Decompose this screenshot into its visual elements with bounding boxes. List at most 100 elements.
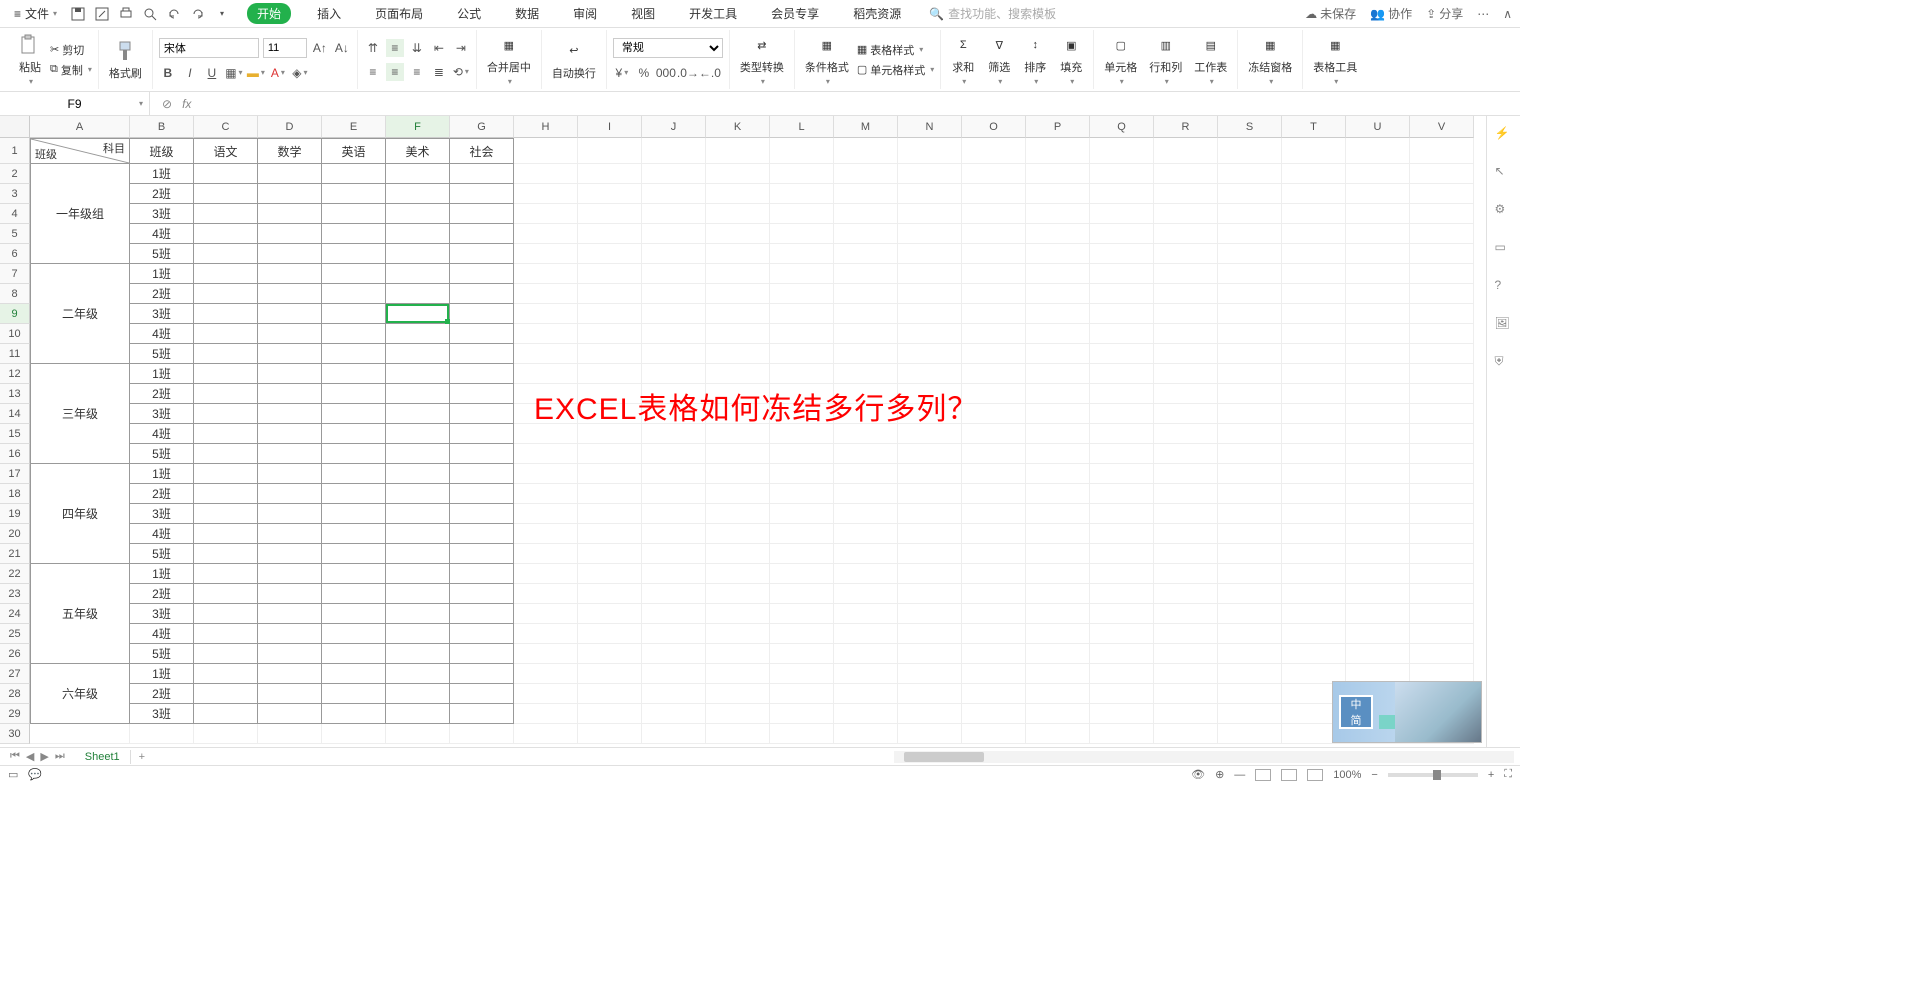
cell-S21[interactable] bbox=[1218, 544, 1282, 564]
cell-V3[interactable] bbox=[1410, 184, 1474, 204]
cell-P7[interactable] bbox=[1026, 264, 1090, 284]
copy-button[interactable]: ⧉复制 bbox=[50, 62, 92, 78]
normal-view-icon[interactable] bbox=[1255, 769, 1271, 781]
cell-R26[interactable] bbox=[1154, 644, 1218, 664]
cell-M9[interactable] bbox=[834, 304, 898, 324]
cell-Q12[interactable] bbox=[1090, 364, 1154, 384]
cell-O9[interactable] bbox=[962, 304, 1026, 324]
cell-K26[interactable] bbox=[706, 644, 770, 664]
cell-G2[interactable] bbox=[450, 164, 514, 184]
cell-B6[interactable]: 5班 bbox=[130, 244, 194, 264]
cell-I21[interactable] bbox=[578, 544, 642, 564]
cell-E27[interactable] bbox=[322, 664, 386, 684]
cell-C2[interactable] bbox=[194, 164, 258, 184]
row-header-29[interactable]: 29 bbox=[0, 704, 30, 724]
tab-开发工具[interactable]: 开发工具 bbox=[681, 2, 745, 25]
cell-Q29[interactable] bbox=[1090, 704, 1154, 724]
cell-U26[interactable] bbox=[1346, 644, 1410, 664]
cell-C5[interactable] bbox=[194, 224, 258, 244]
record-icon[interactable]: ▭ bbox=[8, 768, 18, 781]
cell-J21[interactable] bbox=[642, 544, 706, 564]
align-justify-icon[interactable]: ≣ bbox=[430, 63, 448, 81]
cell-I25[interactable] bbox=[578, 624, 642, 644]
orientation-icon[interactable]: ⟲ bbox=[452, 63, 470, 81]
cell-P8[interactable] bbox=[1026, 284, 1090, 304]
rowcol-button[interactable]: ▥行和列 bbox=[1145, 33, 1186, 86]
cell-I19[interactable] bbox=[578, 504, 642, 524]
cell-E15[interactable] bbox=[322, 424, 386, 444]
cell-I23[interactable] bbox=[578, 584, 642, 604]
cell-M19[interactable] bbox=[834, 504, 898, 524]
cell-K28[interactable] bbox=[706, 684, 770, 704]
cell-U15[interactable] bbox=[1346, 424, 1410, 444]
cell-M29[interactable] bbox=[834, 704, 898, 724]
cell-F20[interactable] bbox=[386, 524, 450, 544]
col-header-O[interactable]: O bbox=[962, 116, 1026, 138]
cell-S2[interactable] bbox=[1218, 164, 1282, 184]
cell-T16[interactable] bbox=[1282, 444, 1346, 464]
cell-N14[interactable] bbox=[898, 404, 962, 424]
cell-F8[interactable] bbox=[386, 284, 450, 304]
cell-A12[interactable]: 三年级 bbox=[30, 364, 130, 464]
indent-increase-icon[interactable]: ⇥ bbox=[452, 39, 470, 57]
cell-K27[interactable] bbox=[706, 664, 770, 684]
cell-J30[interactable] bbox=[642, 724, 706, 744]
cell-R16[interactable] bbox=[1154, 444, 1218, 464]
sheet-next-icon[interactable]: ▶ bbox=[40, 750, 48, 763]
fx-icon[interactable]: fx bbox=[182, 97, 191, 111]
cell-D13[interactable] bbox=[258, 384, 322, 404]
cell-O21[interactable] bbox=[962, 544, 1026, 564]
cell-G12[interactable] bbox=[450, 364, 514, 384]
row-header-22[interactable]: 22 bbox=[0, 564, 30, 584]
row-header-25[interactable]: 25 bbox=[0, 624, 30, 644]
cell-P21[interactable] bbox=[1026, 544, 1090, 564]
cell-N24[interactable] bbox=[898, 604, 962, 624]
cell-D4[interactable] bbox=[258, 204, 322, 224]
shield-icon[interactable]: ⛨ bbox=[1495, 354, 1513, 372]
cell-P15[interactable] bbox=[1026, 424, 1090, 444]
cell-B16[interactable]: 5班 bbox=[130, 444, 194, 464]
cell-K29[interactable] bbox=[706, 704, 770, 724]
cell-F3[interactable] bbox=[386, 184, 450, 204]
save-as-icon[interactable] bbox=[93, 5, 111, 23]
share-button[interactable]: ⇪分享 bbox=[1426, 5, 1463, 22]
cell-A7[interactable]: 二年级 bbox=[30, 264, 130, 364]
row-header-8[interactable]: 8 bbox=[0, 284, 30, 304]
cell-O23[interactable] bbox=[962, 584, 1026, 604]
cell-G18[interactable] bbox=[450, 484, 514, 504]
cell-F2[interactable] bbox=[386, 164, 450, 184]
cell-N25[interactable] bbox=[898, 624, 962, 644]
cell-H8[interactable] bbox=[514, 284, 578, 304]
increase-decimal-icon[interactable]: .0→ bbox=[679, 64, 697, 82]
bold-icon[interactable]: B bbox=[159, 64, 177, 82]
cell-T12[interactable] bbox=[1282, 364, 1346, 384]
sheet-tab[interactable]: Sheet1 bbox=[75, 750, 131, 764]
cell-I18[interactable] bbox=[578, 484, 642, 504]
cell-M30[interactable] bbox=[834, 724, 898, 744]
cell-G5[interactable] bbox=[450, 224, 514, 244]
cell-I22[interactable] bbox=[578, 564, 642, 584]
cell-R23[interactable] bbox=[1154, 584, 1218, 604]
cell-G16[interactable] bbox=[450, 444, 514, 464]
row-header-20[interactable]: 20 bbox=[0, 524, 30, 544]
cell-B7[interactable]: 1班 bbox=[130, 264, 194, 284]
italic-icon[interactable]: I bbox=[181, 64, 199, 82]
cell-D20[interactable] bbox=[258, 524, 322, 544]
cell-V7[interactable] bbox=[1410, 264, 1474, 284]
cell-R18[interactable] bbox=[1154, 484, 1218, 504]
cell-N19[interactable] bbox=[898, 504, 962, 524]
cell-R11[interactable] bbox=[1154, 344, 1218, 364]
cell-D5[interactable] bbox=[258, 224, 322, 244]
cell-L19[interactable] bbox=[770, 504, 834, 524]
cell-M13[interactable] bbox=[834, 384, 898, 404]
cell-E23[interactable] bbox=[322, 584, 386, 604]
cell-S8[interactable] bbox=[1218, 284, 1282, 304]
save-icon[interactable] bbox=[69, 5, 87, 23]
cell-E9[interactable] bbox=[322, 304, 386, 324]
cell-M7[interactable] bbox=[834, 264, 898, 284]
cell-N3[interactable] bbox=[898, 184, 962, 204]
cell-G9[interactable] bbox=[450, 304, 514, 324]
cell-P24[interactable] bbox=[1026, 604, 1090, 624]
cell-N16[interactable] bbox=[898, 444, 962, 464]
cell-G23[interactable] bbox=[450, 584, 514, 604]
